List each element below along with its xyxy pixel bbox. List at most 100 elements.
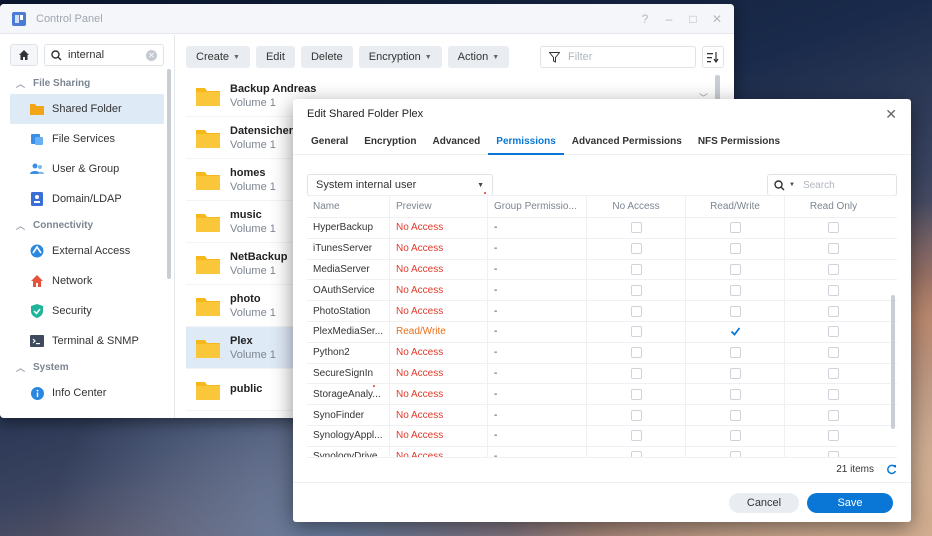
delete-button[interactable]: Delete [300,46,353,68]
home-button[interactable] [10,44,38,66]
table-row[interactable]: Python2 No Access - [307,342,897,364]
read-only-checkbox[interactable] [828,388,839,400]
read-only-checkbox[interactable] [828,263,839,275]
folder-name: photo [230,292,261,305]
permission-search-input[interactable]: ▼ Search [767,174,897,196]
read-write-checkbox[interactable] [729,409,741,421]
sidebar-item-network[interactable]: Network [10,266,164,296]
close-icon[interactable]: ✕ [885,106,897,123]
table-row[interactable]: iTunesServer No Access - [307,238,897,260]
sidebar-section-system[interactable]: ︿ System [0,356,174,378]
filter-input[interactable]: Filter [540,46,696,68]
table-row[interactable]: PhotoStation No Access - [307,301,897,322]
save-button[interactable]: Save [807,492,893,513]
sidebar-item-security[interactable]: Security [10,296,164,326]
table-row[interactable]: SynologyDrive No Access - [307,446,897,457]
cancel-button[interactable]: Cancel [729,492,799,513]
tab-general[interactable]: General [303,129,356,155]
permissions-scrollbar[interactable] [891,295,895,429]
no-access-checkbox[interactable] [630,388,642,400]
table-row[interactable]: HyperBackup No Access - [307,218,897,239]
table-row[interactable]: SecureSignIn No Access - [307,363,897,385]
sidebar-item-terminal-snmp[interactable]: Terminal & SNMP [10,326,164,356]
no-access-checkbox[interactable] [630,347,642,359]
sidebar-item-shared-folder[interactable]: Shared Folder [10,94,164,124]
refresh-icon[interactable] [886,464,897,475]
read-only-checkbox[interactable] [828,305,839,317]
user-type-select[interactable]: System internal user ▼ [307,174,493,196]
read-only-checkbox[interactable] [828,326,839,338]
read-only-checkbox[interactable] [828,367,839,379]
no-access-checkbox[interactable] [630,222,642,234]
table-row[interactable]: SynologyAppl... No Access - [307,425,897,447]
clear-search-icon[interactable]: ✕ [146,49,157,61]
read-write-checkbox[interactable] [729,263,741,275]
sidebar-item-domain-ldap[interactable]: Domain/LDAP [10,184,164,214]
folder-icon [196,128,220,148]
no-access-checkbox[interactable] [630,430,642,442]
sidebar-search-input[interactable]: internal ✕ [44,44,164,66]
no-access-checkbox[interactable] [630,305,642,317]
read-write-checkbox[interactable] [729,222,741,234]
column-header[interactable]: Read/Write [686,196,785,217]
read-write-checkbox[interactable] [729,243,741,255]
read-only-checkbox[interactable] [828,409,839,421]
table-row[interactable]: SynoFinder No Access - [307,405,897,426]
section-label: System [33,361,69,373]
read-only-checkbox[interactable] [828,347,839,359]
read-only-checkbox[interactable] [828,430,839,442]
read-write-checkbox[interactable] [729,430,741,442]
no-access-checkbox[interactable] [630,284,642,296]
sidebar-item-info-center[interactable]: Info Center [10,378,164,408]
table-row[interactable]: MediaServer No Access - [307,259,897,281]
sort-button[interactable] [702,46,724,68]
edit-button[interactable]: Edit [255,46,295,68]
no-access-checkbox[interactable] [630,243,642,255]
table-row[interactable]: OAuthService No Access - [307,280,897,302]
read-write-checkbox[interactable] [729,326,741,338]
no-access-checkbox[interactable] [630,367,642,379]
read-write-checkbox[interactable] [729,367,741,379]
sidebar-item-file-services[interactable]: File Services [10,124,164,154]
maximize-icon[interactable]: □ [688,12,698,26]
action-button[interactable]: Action ▼ [447,46,510,68]
read-only-checkbox[interactable] [828,284,839,296]
column-header[interactable]: Name [307,196,390,217]
read-write-checkbox[interactable] [729,284,741,296]
no-access-checkbox[interactable] [630,263,642,275]
tab-encryption[interactable]: Encryption [356,129,424,155]
chevron-up-icon: ︿ [16,78,26,89]
column-header[interactable]: No Access [587,196,686,217]
no-access-checkbox[interactable] [630,326,642,338]
dialog-header[interactable]: Edit Shared Folder Plex ✕ [293,99,911,129]
minimize-icon[interactable]: – [664,12,674,26]
sidebar-section-connectivity[interactable]: ︿ Connectivity [0,214,174,236]
read-write-checkbox[interactable] [729,388,741,400]
sidebar-item-external-access[interactable]: External Access [10,236,164,266]
sidebar-item-label: Info Center [52,387,107,399]
encryption-button[interactable]: Encryption ▼ [358,46,442,68]
column-header[interactable]: Read Only [785,196,882,217]
read-write-checkbox[interactable] [729,347,741,359]
tab-advanced[interactable]: Advanced [424,129,488,155]
read-only-checkbox[interactable] [828,243,839,255]
tab-permissions[interactable]: Permissions [488,129,564,155]
close-icon[interactable]: ✕ [712,12,722,26]
create-button[interactable]: Create ▼ [186,46,250,68]
read-write-checkbox[interactable] [729,305,741,317]
table-row[interactable]: PlexMediaSer... Read/Write - [307,321,897,343]
sidebar-section-file-sharing[interactable]: ︿ File Sharing [0,72,174,94]
window-titlebar[interactable]: Control Panel ? – □ ✕ [0,4,734,34]
tab-advanced-permissions[interactable]: Advanced Permissions [564,129,690,155]
tab-nfs-permissions[interactable]: NFS Permissions [690,129,788,155]
folder-name: Backup Andreas [230,82,317,95]
sidebar-scrollbar[interactable] [167,69,171,279]
column-header[interactable]: Preview [390,196,488,217]
read-only-checkbox[interactable] [828,222,839,234]
caret-down-icon: ▼ [477,181,484,189]
help-icon[interactable]: ? [640,12,650,26]
table-row[interactable]: StorageAnaly... No Access - [307,384,897,406]
column-header[interactable]: Group Permissio... [488,196,587,217]
sidebar-item-user-group[interactable]: User & Group [10,154,164,184]
no-access-checkbox[interactable] [630,409,642,421]
